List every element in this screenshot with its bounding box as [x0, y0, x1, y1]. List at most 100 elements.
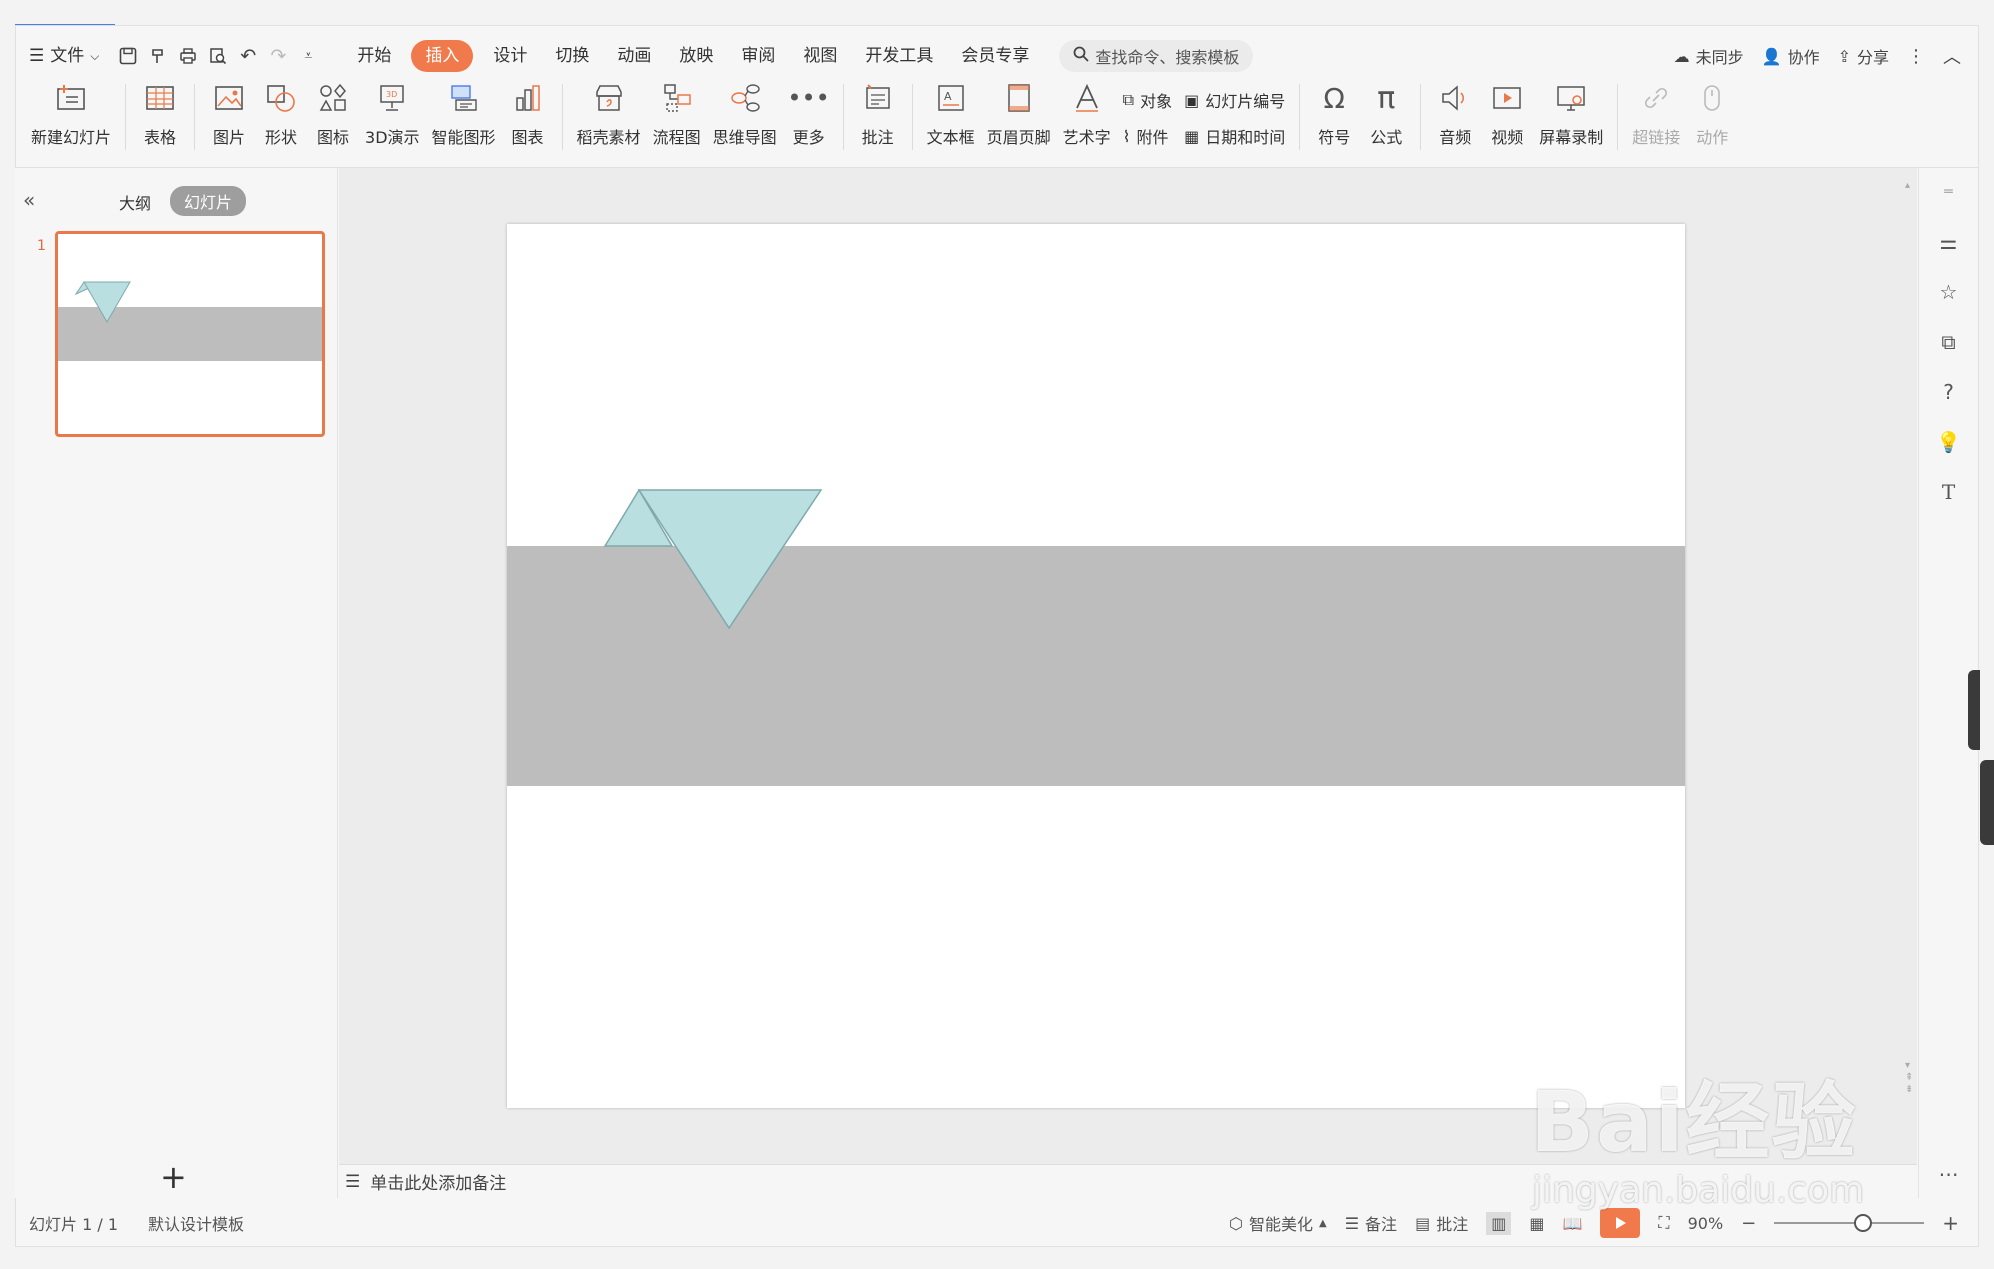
add-slide-button[interactable]: +	[160, 1158, 187, 1196]
mindmap-label: 思维导图	[712, 128, 777, 147]
sync-label: 未同步	[1695, 48, 1744, 67]
share-label: 分享	[1856, 48, 1889, 67]
insert-ribbon: 新建幻灯片 表格 图片 形状 图标 3D 3D演示 智能图形 图表 稻壳素材 流…	[15, 78, 1979, 166]
thumbnail-preview	[58, 281, 322, 361]
hyperlink-label: 超链接	[1632, 128, 1681, 147]
customize-quick-access-icon[interactable]: ⩡	[293, 41, 323, 71]
scroll-up-icon[interactable]: ▴	[1905, 180, 1910, 191]
tab-slides[interactable]: 幻灯片	[170, 186, 247, 216]
tab-member[interactable]: 会员专享	[947, 40, 1043, 72]
new-slide-button[interactable]: 新建幻灯片	[25, 78, 117, 148]
tab-home[interactable]: 开始	[343, 40, 405, 72]
header-footer-button[interactable]: 页眉页脚	[981, 78, 1057, 148]
command-search[interactable]: 查找命令、搜索模板	[1059, 40, 1254, 72]
star-icon[interactable]: ☆	[1935, 278, 1963, 306]
fit-window-icon[interactable]: ⛶	[1658, 1213, 1669, 1233]
hyperlink-button[interactable]: 超链接	[1626, 78, 1686, 148]
undo-icon[interactable]: ↶	[233, 41, 263, 71]
screen-record-button[interactable]: 屏幕录制	[1533, 78, 1609, 148]
datetime-button[interactable]: ▦ 日期和时间	[1184, 122, 1285, 150]
comment-label: 批注	[861, 128, 894, 147]
comments-toggle-button[interactable]: ▤ 批注	[1415, 1211, 1468, 1235]
header-footer-icon	[999, 78, 1039, 118]
action-button[interactable]: 动作	[1686, 78, 1738, 148]
tab-transitions[interactable]: 切换	[541, 40, 603, 72]
right-menu: ☁ 未同步 👤 协作 ⇪ 分享 ⋮ ︿	[1674, 35, 1961, 77]
symbol-button[interactable]: Ω 符号	[1308, 78, 1360, 148]
print-preview-icon[interactable]	[203, 41, 233, 71]
slide-canvas[interactable]	[507, 224, 1685, 1108]
table-button[interactable]: 表格	[134, 78, 186, 148]
tab-review[interactable]: 审阅	[727, 40, 789, 72]
material-button[interactable]: 稻壳素材	[571, 78, 647, 148]
tab-outline[interactable]: 大纲	[119, 190, 151, 214]
chart-button[interactable]: 图表	[502, 78, 554, 148]
tab-view[interactable]: 视图	[789, 40, 851, 72]
sync-status[interactable]: ☁ 未同步	[1674, 44, 1744, 68]
file-menu[interactable]: ☰ 文件 ⌵	[15, 40, 113, 72]
reading-view-icon[interactable]: 📖	[1562, 1214, 1582, 1233]
caret-up-icon: ▲	[1319, 1217, 1327, 1229]
text-icon[interactable]: T	[1935, 478, 1963, 506]
icon-label: 图标	[317, 128, 350, 147]
formula-button[interactable]: π 公式	[1360, 78, 1412, 148]
zoom-in-icon[interactable]: +	[1942, 1211, 1959, 1235]
slides-copy-icon[interactable]: ⧉	[1935, 328, 1963, 356]
normal-view-icon[interactable]: ▥	[1486, 1211, 1512, 1235]
print-icon[interactable]	[173, 41, 203, 71]
textbox-button[interactable]: A 文本框	[921, 78, 981, 148]
save-icon[interactable]	[113, 41, 143, 71]
side-floating-tab[interactable]	[1980, 760, 1994, 845]
tab-design[interactable]: 设计	[479, 40, 541, 72]
zoom-level[interactable]: 90%	[1688, 1214, 1724, 1233]
collaborate-button[interactable]: 👤 协作	[1762, 44, 1820, 68]
3d-demo-button[interactable]: 3D 3D演示	[359, 78, 426, 148]
more-horizontal-icon[interactable]: ⋯	[1935, 1160, 1963, 1188]
vertical-scrollbar[interactable]: ▴ ▾ ⇞ ⇟	[1902, 180, 1913, 1160]
audio-button[interactable]: 音频	[1429, 78, 1481, 148]
attachment-button[interactable]: ⌇ 附件	[1123, 122, 1172, 150]
thumb-band	[58, 307, 322, 361]
icon-button[interactable]: 图标	[307, 78, 359, 148]
tab-slideshow[interactable]: 放映	[665, 40, 727, 72]
scroll-page-icons[interactable]: ▾ ⇞ ⇟	[1905, 1060, 1913, 1096]
side-floating-tab[interactable]	[1968, 670, 1980, 750]
tab-developer[interactable]: 开发工具	[851, 40, 947, 72]
share-button[interactable]: ⇪ 分享	[1838, 44, 1889, 68]
slide-number-button[interactable]: ▣ 幻灯片编号	[1184, 86, 1285, 114]
comment-button[interactable]: 批注	[852, 78, 904, 148]
object-button[interactable]: ⧉ 对象	[1123, 86, 1172, 114]
zoom-slider-knob[interactable]	[1854, 1214, 1873, 1232]
format-painter-icon[interactable]	[143, 41, 173, 71]
slide-sorter-icon[interactable]: ▦	[1529, 1214, 1544, 1233]
notes-toggle-button[interactable]: ☰ 备注	[1345, 1211, 1397, 1235]
smartart-button[interactable]: 智能图形	[426, 78, 502, 148]
shape-button[interactable]: 形状	[255, 78, 307, 148]
redo-icon[interactable]: ↷	[263, 41, 293, 71]
smart-beautify-button[interactable]: ⬡ 智能美化 ▲	[1229, 1211, 1327, 1235]
video-button[interactable]: 视频	[1481, 78, 1533, 148]
slide-thumbnail[interactable]	[55, 231, 325, 437]
template-name[interactable]: 默认设计模板	[148, 1211, 244, 1235]
collapse-panel-icon[interactable]: «	[23, 188, 35, 212]
settings-sliders-icon[interactable]: ⚌	[1935, 228, 1963, 256]
tab-animations[interactable]: 动画	[603, 40, 665, 72]
more-button[interactable]: ••• 更多	[783, 78, 835, 148]
svg-text:A: A	[944, 90, 952, 103]
help-icon[interactable]: ?	[1935, 378, 1963, 406]
collaborate-label: 协作	[1787, 48, 1820, 67]
zoom-out-icon[interactable]: −	[1741, 1213, 1756, 1234]
chevron-down-icon: ⌵	[90, 49, 100, 63]
lightbulb-icon[interactable]: 💡	[1935, 428, 1963, 456]
collapse-ribbon-icon[interactable]: ︿	[1943, 43, 1961, 69]
zoom-slider[interactable]	[1774, 1214, 1925, 1232]
drag-handle-icon[interactable]: ═	[1935, 178, 1963, 206]
play-slideshow-button[interactable]	[1600, 1208, 1641, 1238]
picture-button[interactable]: 图片	[203, 78, 255, 148]
gray-band-rectangle[interactable]	[507, 546, 1685, 786]
more-vertical-icon[interactable]: ⋮	[1907, 46, 1925, 67]
flowchart-button[interactable]: 流程图	[647, 78, 707, 148]
wordart-button[interactable]: 艺术字	[1057, 78, 1117, 148]
tab-insert[interactable]: 插入	[411, 40, 474, 72]
mindmap-button[interactable]: 思维导图	[707, 78, 783, 148]
